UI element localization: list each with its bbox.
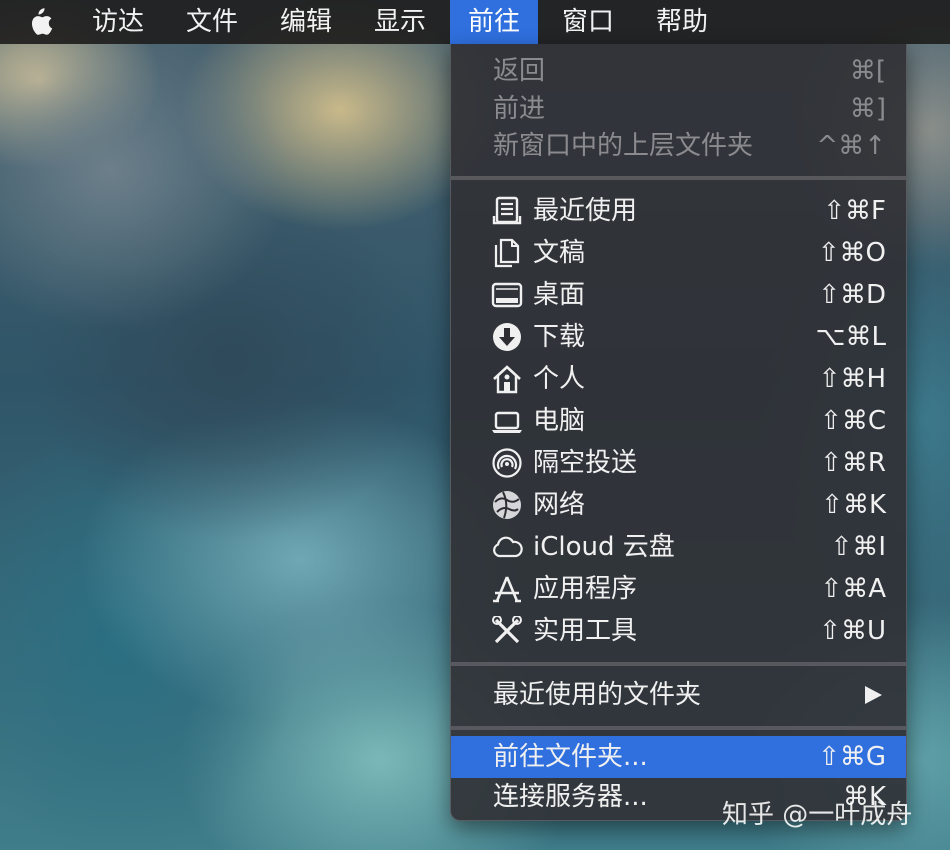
menu-item-applications[interactable]: 应用程序 ⇧⌘A xyxy=(451,568,906,610)
menu-item-shortcut: ⇧⌘G xyxy=(818,742,886,772)
menu-item-shortcut: ⇧⌘H xyxy=(818,364,886,394)
menu-item-label: 下载 xyxy=(533,322,586,352)
menu-item-label: 文稿 xyxy=(533,238,586,268)
menu-item-forward: 前进 ⌘] xyxy=(451,88,906,130)
menu-item-label: 连接服务器... xyxy=(493,782,648,812)
menu-bar: 访达 文件 编辑 显示 前往 窗口 帮助 xyxy=(0,0,950,44)
menu-item-label: 个人 xyxy=(533,364,586,394)
menu-item-recent-folders[interactable]: 最近使用的文件夹 xyxy=(451,674,906,716)
recents-icon xyxy=(492,196,522,225)
menu-item-shortcut: ⇧⌘K xyxy=(821,490,886,520)
menu-item-label: 隔空投送 xyxy=(533,448,638,478)
menu-item-shortcut: ⌥⌘L xyxy=(815,322,886,352)
downloads-icon xyxy=(493,323,521,351)
menu-item-recents[interactable]: 最近使用 ⇧⌘F xyxy=(451,190,906,232)
menu-item-desktop[interactable]: 桌面 ⇧⌘D xyxy=(451,274,906,316)
menu-item-network[interactable]: 网络 ⇧⌘K xyxy=(451,484,906,526)
menu-item-label: 电脑 xyxy=(533,406,586,436)
submenu-arrow-icon xyxy=(865,686,882,704)
menu-item-computer[interactable]: 电脑 ⇧⌘C xyxy=(451,400,906,442)
menu-go[interactable]: 前往 xyxy=(450,0,539,44)
applications-icon xyxy=(493,576,521,603)
menu-item-label: 最近使用 xyxy=(533,196,638,226)
menu-finder[interactable]: 访达 xyxy=(74,0,162,44)
menu-item-label: 网络 xyxy=(533,490,586,520)
menu-item-downloads[interactable]: 下载 ⌥⌘L xyxy=(451,316,906,358)
menu-item-label: iCloud 云盘 xyxy=(533,532,675,562)
menu-item-label: 新窗口中的上层文件夹 xyxy=(493,131,754,161)
menu-item-label: 前进 xyxy=(493,94,546,124)
menu-item-shortcut: ⇧⌘U xyxy=(819,616,886,646)
menu-separator xyxy=(451,662,906,666)
menu-item-shortcut: ⇧⌘R xyxy=(820,448,886,478)
menu-help[interactable]: 帮助 xyxy=(638,0,726,44)
menu-item-go-to-folder[interactable]: 前往文件夹... ⇧⌘G xyxy=(451,736,906,778)
menu-item-shortcut: ⇧⌘I xyxy=(830,532,886,562)
menu-item-shortcut: ⇧⌘O xyxy=(817,238,886,268)
watermark-text: 知乎 @一叶成舟 xyxy=(722,800,913,830)
menu-item-shortcut: ⇧⌘D xyxy=(818,280,886,310)
menu-item-shortcut: ⇧⌘A xyxy=(820,574,886,604)
menu-file[interactable]: 文件 xyxy=(168,0,256,44)
menu-item-documents[interactable]: 文稿 ⇧⌘O xyxy=(451,232,906,274)
menu-item-shortcut: ⇧⌘F xyxy=(823,196,886,226)
menu-item-shortcut: ⇧⌘C xyxy=(820,406,886,436)
menu-item-back: 返回 ⌘[ xyxy=(451,50,906,92)
menu-separator xyxy=(451,726,906,730)
utilities-icon xyxy=(492,616,522,644)
menu-edit[interactable]: 编辑 xyxy=(262,0,350,44)
menu-item-label: 返回 xyxy=(493,56,546,86)
menu-item-label: 桌面 xyxy=(533,280,586,310)
documents-icon xyxy=(494,238,520,268)
menu-item-label: 最近使用的文件夹 xyxy=(493,680,702,710)
menu-item-shortcut: ⌘[ xyxy=(849,56,886,86)
home-icon xyxy=(493,365,521,394)
menu-item-utilities[interactable]: 实用工具 ⇧⌘U xyxy=(451,610,906,652)
menu-item-home[interactable]: 个人 ⇧⌘H xyxy=(451,358,906,400)
menu-item-enclosing-folder-new-window: 新窗口中的上层文件夹 ^⌘↑ xyxy=(451,125,906,167)
menu-item-label: 前往文件夹... xyxy=(493,742,648,772)
network-icon xyxy=(493,491,521,519)
computer-icon xyxy=(492,411,522,433)
menu-item-shortcut: ^⌘↑ xyxy=(816,131,886,161)
go-menu-dropdown: 返回 ⌘[ 前进 ⌘] 新窗口中的上层文件夹 ^⌘↑ 最近使用 ⇧⌘F 文稿 ⇧… xyxy=(450,44,907,821)
airdrop-icon xyxy=(492,448,522,478)
menu-item-icloud-drive[interactable]: iCloud 云盘 ⇧⌘I xyxy=(451,526,906,568)
menu-item-airdrop[interactable]: 隔空投送 ⇧⌘R xyxy=(451,442,906,484)
menu-separator xyxy=(451,176,906,180)
menu-item-label: 应用程序 xyxy=(533,574,638,604)
menu-item-shortcut: ⌘] xyxy=(849,94,886,124)
menu-view[interactable]: 显示 xyxy=(356,0,444,44)
icloud-icon xyxy=(493,536,523,558)
menu-item-label: 实用工具 xyxy=(533,616,638,646)
menu-window[interactable]: 窗口 xyxy=(544,0,632,44)
apple-logo-icon[interactable] xyxy=(24,6,54,38)
desktop-icon xyxy=(491,282,523,308)
